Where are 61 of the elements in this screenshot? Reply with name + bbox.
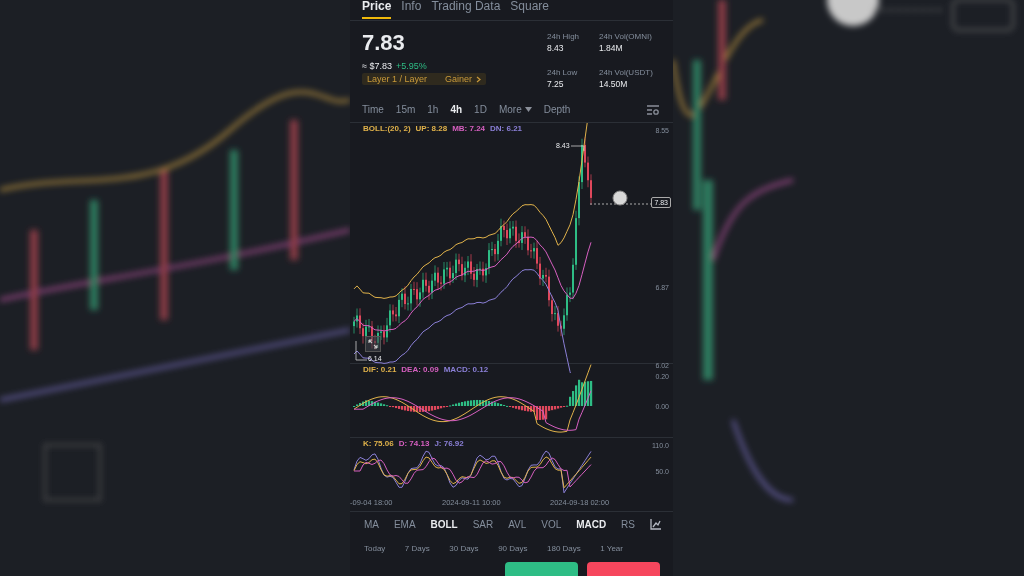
indicator-tab[interactable]: EMA — [393, 518, 416, 530]
legend-text: MACD: 0.12 — [443, 365, 489, 375]
interval-tab[interactable]: 1h — [427, 103, 439, 115]
more-dropdown[interactable]: More — [498, 103, 532, 115]
tab[interactable]: Price — [362, 0, 392, 19]
interval-tab[interactable]: Time — [362, 103, 384, 115]
legend-text: MB: 7.24 — [452, 123, 486, 133]
caret-icon — [524, 106, 532, 112]
tag[interactable]: Layer 1 / Layer — [367, 74, 428, 85]
indicator-tab[interactable]: VOL — [541, 518, 562, 530]
stat-value: 14.50M — [599, 77, 629, 91]
stat-label: 24h High — [547, 31, 581, 43]
price-change: +5.95% — [395, 61, 427, 72]
range-tab[interactable]: 180 Days — [547, 543, 581, 553]
range-tab[interactable]: 7 Days — [404, 543, 430, 553]
stat-value: 7.25 — [547, 77, 565, 91]
indicator-tab[interactable]: MA — [364, 518, 379, 530]
last-price: 7.83 — [362, 29, 405, 58]
interval-tab[interactable]: 1D — [474, 103, 487, 115]
tab[interactable]: Trading Data — [431, 0, 501, 19]
stat-value: 1.84M — [599, 42, 624, 56]
expand-button[interactable] — [365, 335, 381, 352]
tag-bar[interactable]: Layer 1 / Layer Gainer — [362, 73, 487, 86]
expand-icon — [368, 338, 378, 349]
tab[interactable]: Square — [510, 0, 549, 19]
legend-text: DIF: 0.21 — [363, 365, 397, 375]
indicator-tab[interactable]: MACD — [576, 518, 607, 530]
legend-text: DEA: 0.09 — [401, 365, 439, 375]
tab[interactable]: Info — [401, 0, 422, 19]
chevron-icon — [476, 75, 482, 83]
range-tab[interactable]: 90 Days — [498, 543, 528, 553]
interval-tab[interactable]: 4h — [450, 103, 463, 115]
range-tab[interactable]: Today — [364, 543, 386, 553]
sell-button[interactable] — [587, 561, 660, 576]
indicator-tab[interactable]: RS — [621, 518, 635, 530]
legend-text: UP: 8.28 — [415, 123, 448, 133]
range-tab[interactable]: 1 Year — [600, 543, 623, 553]
buy-button[interactable] — [505, 561, 578, 576]
legend-text: DN: 6.21 — [490, 123, 523, 133]
interval-tab[interactable]: 15m — [395, 103, 416, 115]
chart-icon[interactable] — [649, 518, 661, 530]
settings-icon[interactable] — [647, 104, 659, 115]
legend-text: J: 76.92 — [434, 438, 464, 448]
interval-tab[interactable]: Depth — [543, 103, 571, 115]
leader-line — [355, 340, 367, 361]
price-line — [590, 202, 652, 205]
tag[interactable]: Gainer — [445, 74, 473, 85]
fiat-price: ≈ $7.83 — [362, 61, 392, 72]
indicator-tab[interactable]: SAR — [472, 518, 494, 530]
range-tab[interactable]: 30 Days — [449, 543, 479, 553]
stat-value: 8.43 — [547, 42, 565, 56]
stat-label: 24h Vol(USDT) — [599, 66, 654, 78]
indicator-tab[interactable]: AVL — [508, 518, 527, 530]
stat-label: 24h Vol(OMNI) — [599, 31, 653, 43]
indicator-tab[interactable]: BOLL — [430, 518, 458, 530]
cursor-dot-icon[interactable] — [612, 189, 628, 206]
leader-line — [571, 144, 585, 151]
legend-text: D: 74.13 — [398, 438, 430, 448]
stat-label: 24h Low — [547, 66, 579, 78]
legend-text: K: 75.06 — [363, 438, 394, 448]
legend-text: BOLL:(20, 2) — [363, 123, 411, 133]
